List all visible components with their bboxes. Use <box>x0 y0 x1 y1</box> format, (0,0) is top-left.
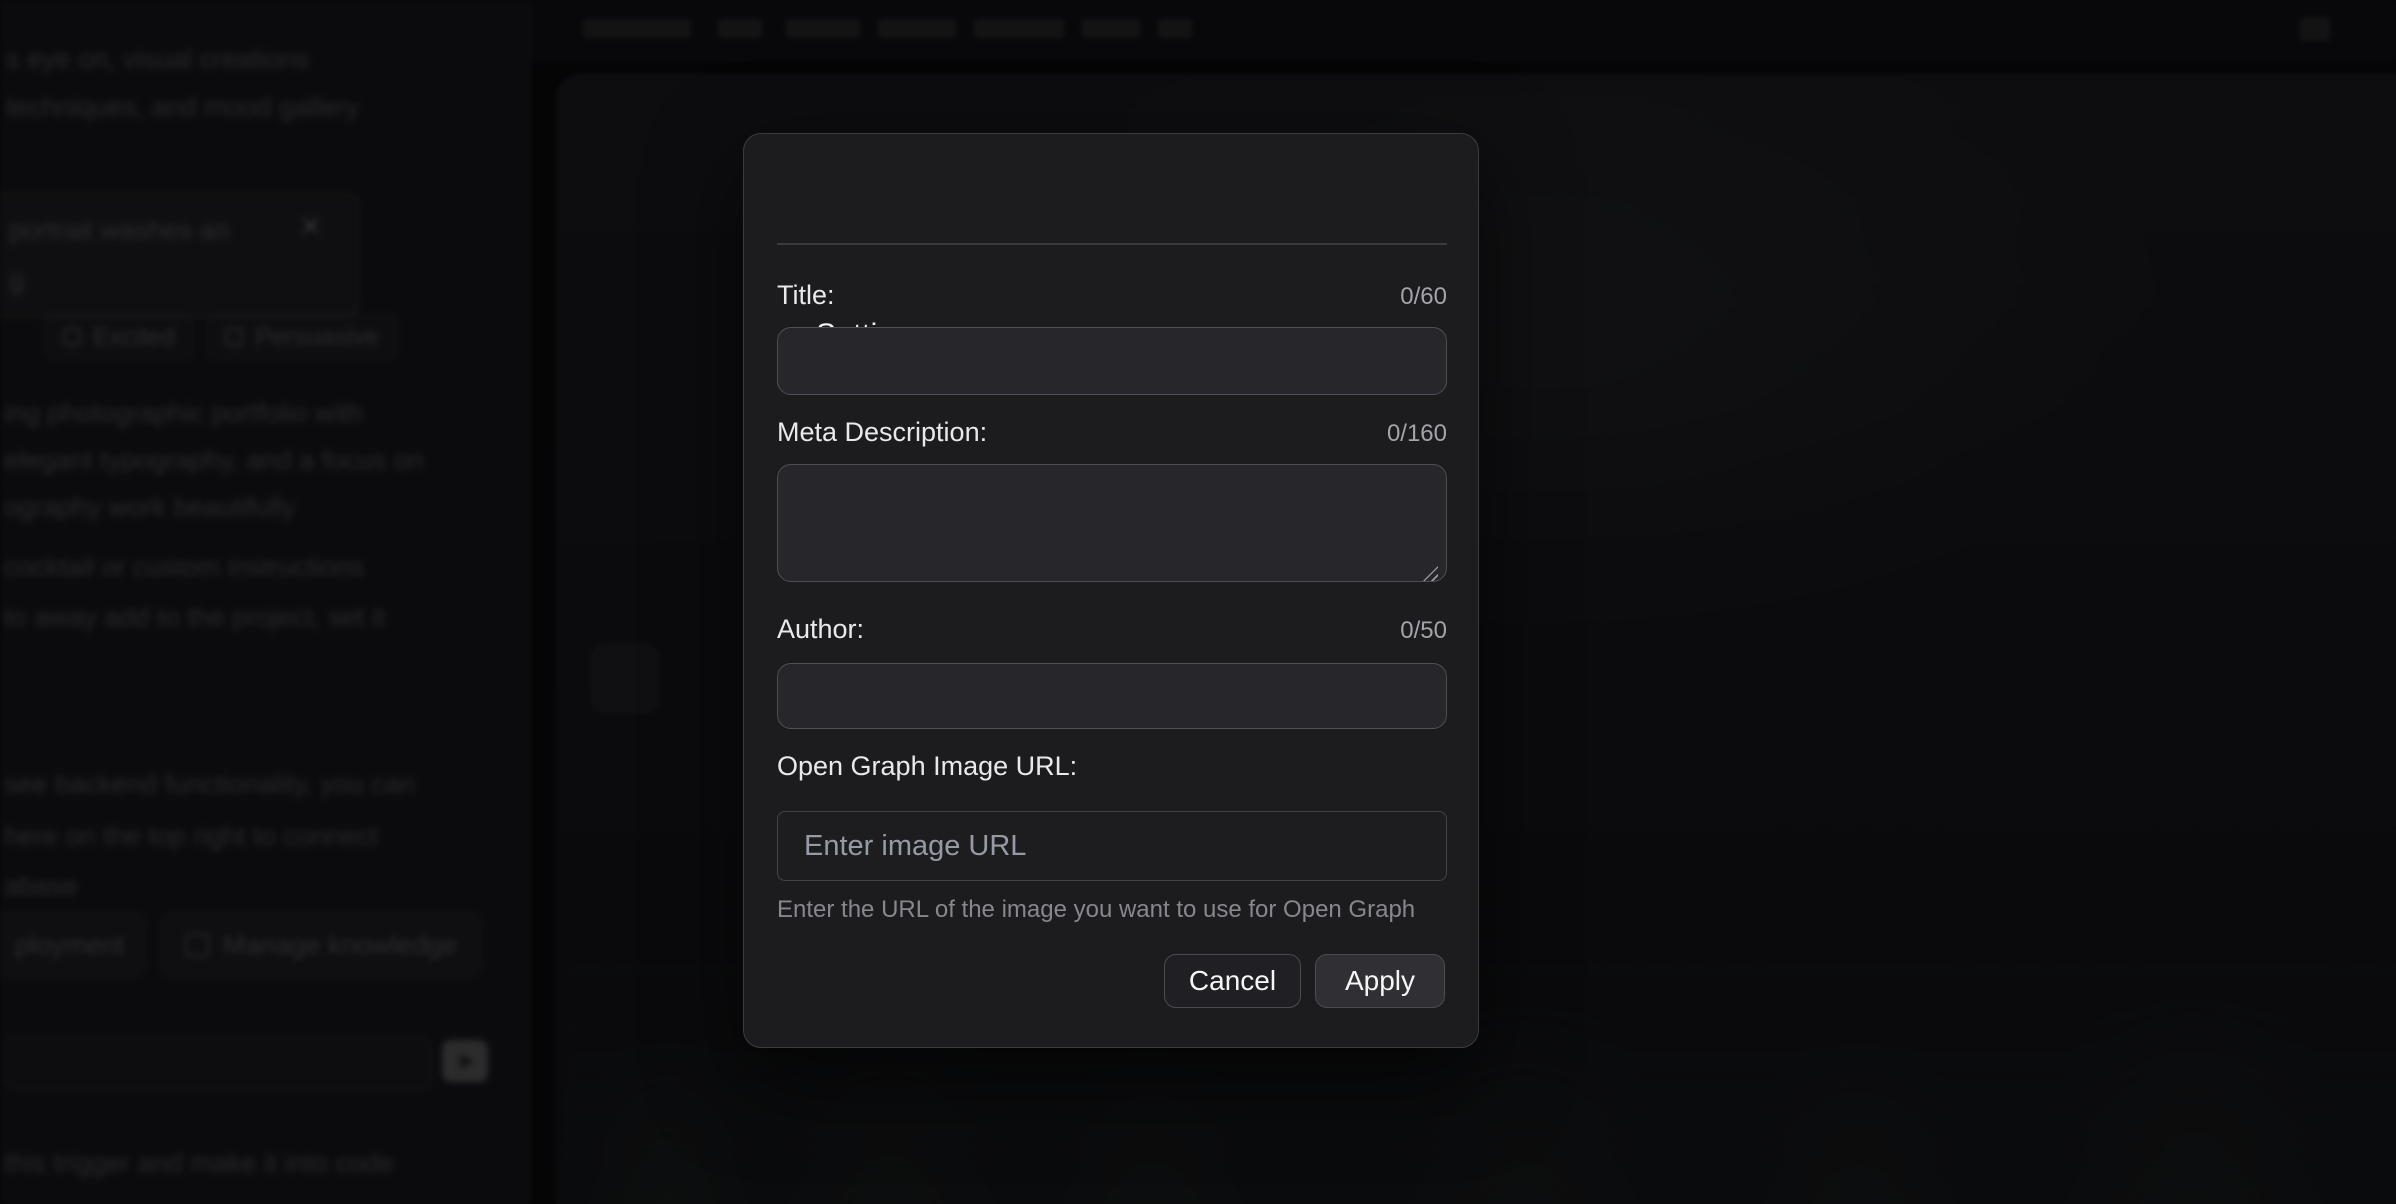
title-char-counter: 0/60 <box>1400 283 1447 311</box>
og-image-url-input[interactable] <box>777 811 1447 881</box>
og-image-helper-text: Enter the URL of the image you want to u… <box>777 896 1447 924</box>
dialog-actions: Cancel Apply <box>1164 954 1445 1008</box>
dialog-divider <box>777 243 1447 245</box>
author-char-counter: 0/50 <box>1400 617 1447 645</box>
meta-description-label: Meta Description: <box>777 417 987 448</box>
og-image-field-row: Open Graph Image URL: <box>777 751 1447 782</box>
meta-description-field-row: Meta Description: 0/160 <box>777 417 1447 448</box>
author-input[interactable] <box>777 663 1447 729</box>
title-label: Title: <box>777 280 835 311</box>
cancel-button[interactable]: Cancel <box>1164 954 1301 1008</box>
author-label: Author: <box>777 614 864 645</box>
og-image-label: Open Graph Image URL: <box>777 751 1077 782</box>
title-input[interactable] <box>777 327 1447 395</box>
settings-dialog: Settings Title: 0/60 Meta Description: 0… <box>743 133 1479 1048</box>
meta-description-textarea[interactable] <box>777 464 1447 582</box>
title-field-row: Title: 0/60 <box>777 280 1447 311</box>
author-field-row: Author: 0/50 <box>777 614 1447 645</box>
app-window: s eye on, visual creations techniques, a… <box>0 0 2396 1204</box>
meta-description-char-counter: 0/160 <box>1387 420 1447 448</box>
apply-button[interactable]: Apply <box>1315 954 1445 1008</box>
